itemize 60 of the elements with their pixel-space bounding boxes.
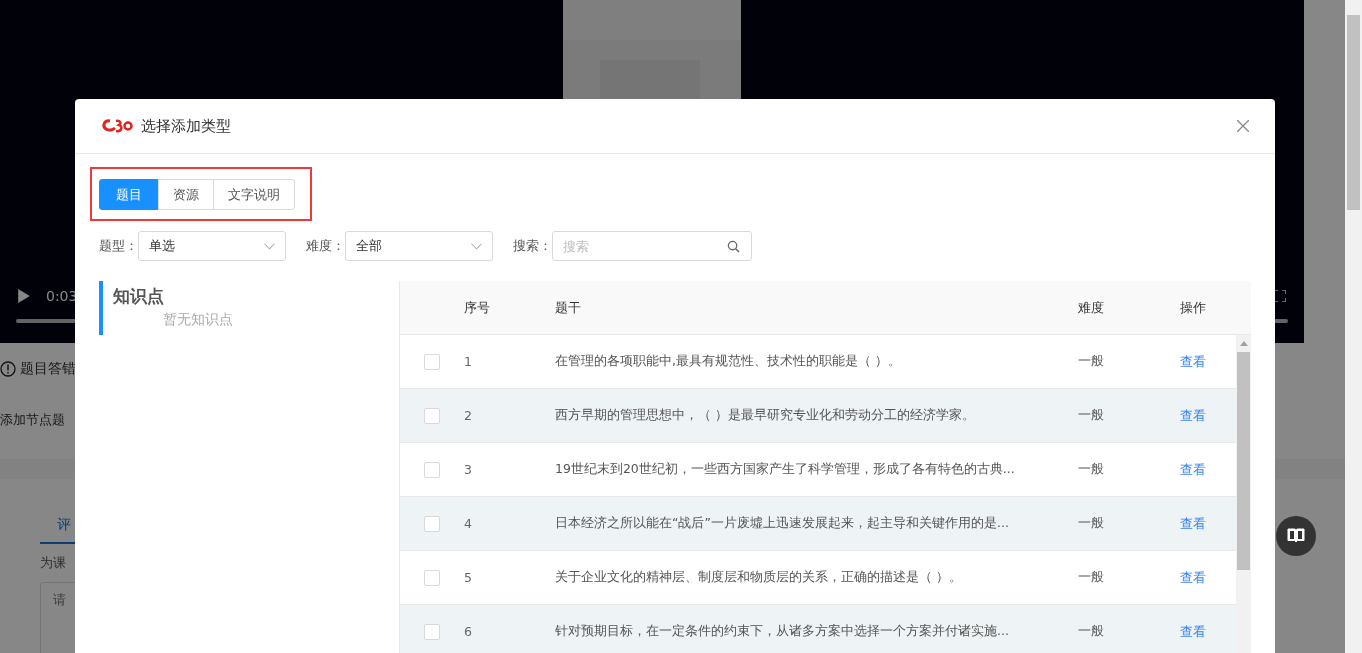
table-cell-text: 一般 xyxy=(1078,353,1105,370)
table-cell-text: 5 xyxy=(464,570,473,585)
book-icon xyxy=(1286,527,1306,545)
column-header: 序号 xyxy=(464,298,491,317)
table-cell-text: 一般 xyxy=(1078,407,1105,424)
tab[interactable]: 资源 xyxy=(158,179,214,210)
table-cell-text: 2 xyxy=(464,408,473,423)
dialog-title: 选择添加类型 xyxy=(141,116,231,136)
table-cell-text: 一般 xyxy=(1078,569,1105,586)
tab[interactable]: 题目 xyxy=(99,179,159,210)
table-cell-text: 日本经济之所以能在“战后”一片废墟上迅速发展起来，起主导和关键作用的是... xyxy=(555,515,1010,532)
section-title: 添加节点题 xyxy=(0,411,65,429)
filter-label: 搜索： xyxy=(513,237,552,255)
warning-icon xyxy=(0,361,16,377)
dropdown[interactable]: 单选 xyxy=(138,231,286,261)
empty-text: 暂无知识点 xyxy=(163,311,234,329)
view-link[interactable]: 查看 xyxy=(1180,353,1206,369)
chevron-icon xyxy=(471,242,482,250)
close-icon[interactable] xyxy=(1237,120,1249,132)
checkbox[interactable] xyxy=(424,461,440,478)
tab[interactable]: 文字说明 xyxy=(213,179,295,210)
checkbox[interactable] xyxy=(424,569,440,586)
scrollbar[interactable] xyxy=(1236,335,1251,653)
table-cell-text: 一般 xyxy=(1078,623,1105,640)
chevron-icon xyxy=(264,242,275,250)
play-icon[interactable] xyxy=(18,289,30,303)
table-cell-text: 针对预期目标，在一定条件的约束下，从诸多方案中选择一个方案并付诸实施... xyxy=(555,623,1010,640)
table-cell-text: 19世纪末到20世纪初，一些西方国家产生了科学管理，形成了各有特色的古典... xyxy=(555,461,1016,478)
checkbox[interactable] xyxy=(424,353,440,370)
table-cell-text: 一般 xyxy=(1078,515,1105,532)
table-cell-text: 3 xyxy=(464,462,473,477)
column-header: 难度 xyxy=(1078,298,1105,317)
notice-text: 题目答错 xyxy=(20,360,76,378)
view-link[interactable]: 查看 xyxy=(1180,623,1206,639)
table-cell-text: 一般 xyxy=(1078,461,1105,478)
table-cell-text: 1 xyxy=(464,354,473,369)
table-cell-text: 在管理的各项职能中,最具有规范性、技术性的职能是（ ）。 xyxy=(555,353,902,370)
search-field[interactable]: 搜索 xyxy=(552,231,752,261)
scroll-up-icon[interactable] xyxy=(1240,341,1248,346)
filter-label: 难度： xyxy=(306,237,345,255)
panel-title: 知识点 xyxy=(113,285,165,308)
search-icon[interactable] xyxy=(727,240,740,253)
checkbox[interactable] xyxy=(424,623,440,640)
scrollbar[interactable] xyxy=(1345,0,1362,653)
dropdown[interactable]: 全部 xyxy=(345,231,493,261)
view-link[interactable]: 查看 xyxy=(1180,569,1206,585)
table-cell-text: 西方早期的管理思想中，（ ）是最早研究专业化和劳动分工的经济学家。 xyxy=(555,407,976,424)
table-cell-text: 关于企业文化的精神层、制度层和物质层的关系，正确的描述是（ ）。 xyxy=(555,569,963,586)
hint-text: 为课 xyxy=(40,554,67,572)
filter-label: 题型： xyxy=(99,237,138,255)
checkbox[interactable] xyxy=(424,515,440,532)
table-cell-text: 6 xyxy=(464,624,473,639)
logo-icon xyxy=(101,118,133,134)
view-link[interactable]: 查看 xyxy=(1180,515,1206,531)
view-link[interactable]: 查看 xyxy=(1180,407,1206,423)
checkbox[interactable] xyxy=(424,407,440,424)
view-link[interactable]: 查看 xyxy=(1180,461,1206,477)
column-header: 题干 xyxy=(555,298,582,317)
table-cell-text: 4 xyxy=(464,516,473,531)
column-header: 操作 xyxy=(1180,298,1207,317)
